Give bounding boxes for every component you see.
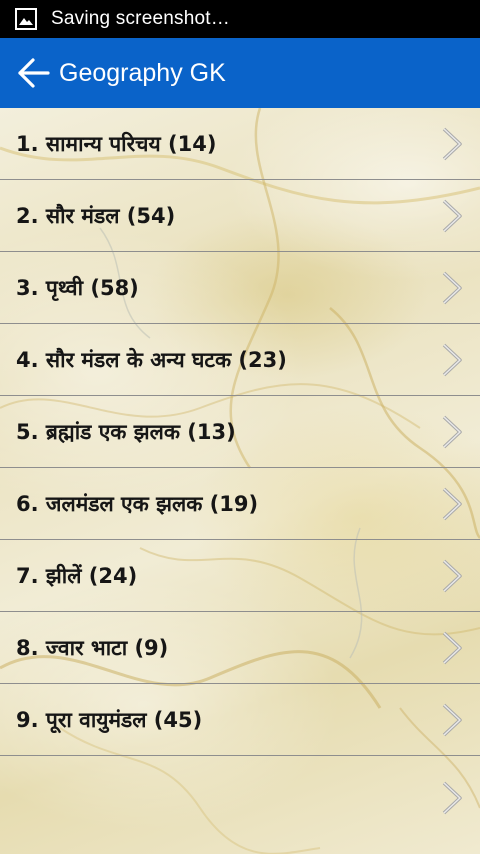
list-item-partial[interactable] xyxy=(0,756,480,816)
arrow-left-icon xyxy=(18,58,50,88)
list-item-label: 9. पूरा वायुमंडल (45) xyxy=(16,707,203,732)
list-item[interactable]: 4. सौर मंडल के अन्य घटक (23) xyxy=(0,324,480,396)
list-item[interactable]: 3. पृथ्वी (58) xyxy=(0,252,480,324)
chevron-right-icon xyxy=(442,127,462,160)
topic-list: 1. सामान्य परिचय (14) 2. सौर मंडल (54) 3… xyxy=(0,108,480,816)
list-item-label: 2. सौर मंडल (54) xyxy=(16,203,176,228)
list-item[interactable]: 7. झीलें (24) xyxy=(0,540,480,612)
page-title: Geography GK xyxy=(59,58,226,87)
chevron-right-icon xyxy=(442,487,462,520)
list-item[interactable]: 2. सौर मंडल (54) xyxy=(0,180,480,252)
list-item[interactable]: 6. जलमंडल एक झलक (19) xyxy=(0,468,480,540)
chevron-right-icon xyxy=(442,415,462,448)
list-item-label: 8. ज्वार भाटा (9) xyxy=(16,635,169,660)
chevron-right-icon xyxy=(442,199,462,232)
list-item-label: 6. जलमंडल एक झलक (19) xyxy=(16,491,259,516)
list-item-label: 7. झीलें (24) xyxy=(16,563,138,588)
list-item[interactable]: 9. पूरा वायुमंडल (45) xyxy=(0,684,480,756)
image-icon xyxy=(15,8,37,30)
list-item[interactable]: 8. ज्वार भाटा (9) xyxy=(0,612,480,684)
topic-list-container[interactable]: 1. सामान्य परिचय (14) 2. सौर मंडल (54) 3… xyxy=(0,108,480,854)
status-notification-text: Saving screenshot… xyxy=(51,8,230,29)
chevron-right-icon xyxy=(442,631,462,664)
action-bar: Geography GK xyxy=(0,38,480,108)
status-bar: Saving screenshot… xyxy=(0,0,480,38)
list-item[interactable]: 1. सामान्य परिचय (14) xyxy=(0,108,480,180)
list-item-label: 3. पृथ्वी (58) xyxy=(16,275,139,300)
back-button[interactable] xyxy=(12,51,56,95)
chevron-right-icon xyxy=(442,703,462,736)
chevron-right-icon xyxy=(442,559,462,592)
list-item-label: 1. सामान्य परिचय (14) xyxy=(16,131,217,156)
list-item-label: 4. सौर मंडल के अन्य घटक (23) xyxy=(16,347,287,372)
list-item[interactable]: 5. ब्रह्मांड एक झलक (13) xyxy=(0,396,480,468)
chevron-right-icon xyxy=(442,781,462,815)
chevron-right-icon xyxy=(442,343,462,376)
list-item-label: 5. ब्रह्मांड एक झलक (13) xyxy=(16,419,236,444)
chevron-right-icon xyxy=(442,271,462,304)
